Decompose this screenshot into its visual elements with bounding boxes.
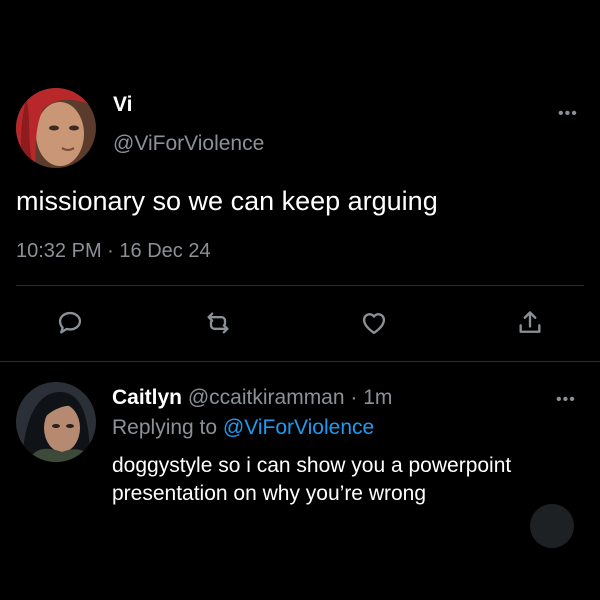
partial-floating-button[interactable] xyxy=(530,504,574,548)
reply-separator: · xyxy=(350,386,358,409)
share-button[interactable] xyxy=(514,307,546,339)
divider xyxy=(0,361,600,362)
vi-avatar[interactable] xyxy=(16,88,96,168)
more-options-icon[interactable]: ••• xyxy=(558,106,578,122)
divider xyxy=(16,285,584,286)
like-button[interactable] xyxy=(358,307,390,339)
retweet-button[interactable] xyxy=(202,307,234,339)
reply-text: doggystyle so i can show you a powerpoin… xyxy=(112,454,512,505)
retweet-icon xyxy=(207,312,229,334)
tweet-time: 10:32 PM xyxy=(16,240,102,262)
reply-bubble-icon xyxy=(58,311,82,334)
author-name[interactable]: Vi xyxy=(113,93,132,117)
author-handle[interactable]: @ViForViolence xyxy=(113,132,264,156)
tweet-date: 16 Dec 24 xyxy=(119,240,211,262)
reply-author-handle[interactable]: @ccaitkiramman xyxy=(188,386,345,409)
reply-time[interactable]: 1m xyxy=(363,386,392,409)
replying-to-mention[interactable]: @ViForViolence xyxy=(223,416,374,439)
meta-separator: · xyxy=(107,240,114,262)
share-icon xyxy=(519,311,541,333)
tweet-timestamp[interactable]: 10:32 PM · 16 Dec 24 xyxy=(16,240,211,263)
reply-header: Caitlyn @ccaitkiramman · 1m xyxy=(112,386,392,410)
reply-button[interactable] xyxy=(54,307,86,339)
more-options-icon[interactable]: ••• xyxy=(556,392,576,408)
tweet-text: missionary so we can keep arguing xyxy=(16,186,438,216)
replying-to: Replying to @ViForViolence xyxy=(112,416,374,440)
replying-to-label: Replying to xyxy=(112,416,218,439)
reply-author-name[interactable]: Caitlyn xyxy=(112,386,182,409)
caitlyn-avatar[interactable] xyxy=(16,382,96,462)
heart-icon xyxy=(362,313,386,335)
